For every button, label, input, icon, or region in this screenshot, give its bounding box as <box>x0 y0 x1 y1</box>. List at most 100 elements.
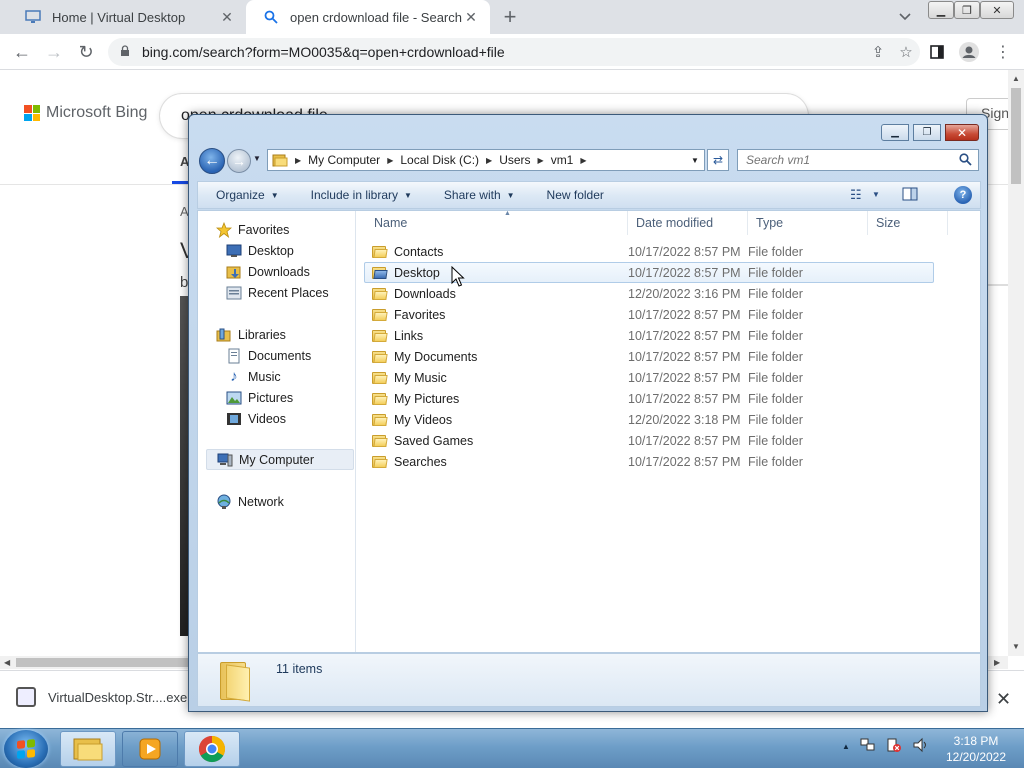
recent-pages-dropdown[interactable]: ▼ <box>253 154 265 166</box>
scroll-right-icon[interactable]: ▶ <box>994 658 1000 667</box>
table-row[interactable]: My Music 10/17/2022 8:57 PM File folder <box>364 367 934 388</box>
taskbar-media-player[interactable] <box>122 731 178 767</box>
folder-icon <box>268 153 292 167</box>
minimize-button[interactable]: ▁ <box>881 124 909 141</box>
breadcrumb-local-disk[interactable]: Local Disk (C:) <box>396 153 483 167</box>
column-header-size[interactable]: Size <box>868 211 948 235</box>
scroll-left-icon[interactable]: ◀ <box>4 658 10 667</box>
nav-downloads[interactable]: Downloads <box>226 261 310 282</box>
share-with-label: Share with <box>443 188 501 202</box>
file-type: File folder <box>748 307 803 322</box>
column-header-type[interactable]: Type <box>748 211 868 235</box>
close-window-button[interactable]: ✕ <box>980 1 1014 19</box>
breadcrumb-chevron-icon[interactable]: ▶ <box>384 156 396 165</box>
favorites-folder-icon <box>372 308 388 322</box>
share-with-button[interactable]: Share with ▼ <box>426 188 529 202</box>
include-in-library-button[interactable]: Include in library ▼ <box>293 188 426 202</box>
breadcrumb-vm1[interactable]: vm1 <box>547 153 578 167</box>
file-type: File folder <box>748 265 803 280</box>
side-panel-icon[interactable] <box>926 42 948 62</box>
tab-virtual-desktop[interactable]: Home | Virtual Desktop ✕ <box>8 0 246 34</box>
breadcrumb-chevron-icon[interactable]: ▶ <box>292 156 304 165</box>
nav-recent-places[interactable]: Recent Places <box>226 282 329 303</box>
chevron-down-icon[interactable] <box>894 7 916 27</box>
nav-network[interactable]: Network <box>216 491 284 512</box>
file-date: 12/20/2022 3:16 PM <box>628 286 741 301</box>
scroll-down-icon[interactable]: ▼ <box>1012 642 1020 651</box>
scrollbar-thumb[interactable] <box>1011 88 1021 184</box>
file-name: Desktop <box>394 265 440 280</box>
start-button[interactable] <box>4 730 48 768</box>
table-row[interactable]: Desktop 10/17/2022 8:57 PM File folder <box>364 262 934 283</box>
profile-icon[interactable] <box>958 42 980 62</box>
organize-button[interactable]: Organize ▼ <box>198 188 293 202</box>
table-row[interactable]: Downloads 12/20/2022 3:16 PM File folder <box>364 283 934 304</box>
table-row[interactable]: My Videos 12/20/2022 3:18 PM File folder <box>364 409 934 430</box>
table-row[interactable]: Saved Games 10/17/2022 8:57 PM File fold… <box>364 430 934 451</box>
volume-icon[interactable] <box>912 737 930 756</box>
star-icon[interactable]: ☆ <box>892 43 920 61</box>
address-dropdown-icon[interactable]: ▼ <box>686 150 704 170</box>
nav-music[interactable]: ♪ Music <box>226 366 280 387</box>
explorer-search-box[interactable] <box>737 149 979 171</box>
vertical-scrollbar[interactable]: ▲ ▼ <box>1008 70 1024 656</box>
taskbar-clock[interactable]: 3:18 PM 12/20/2022 <box>936 733 1016 765</box>
breadcrumb-chevron-icon[interactable]: ▶ <box>483 156 495 165</box>
nav-desktop[interactable]: Desktop <box>226 240 294 261</box>
new-folder-button[interactable]: New folder <box>529 188 618 202</box>
column-header-name[interactable]: Name ▲ <box>366 210 628 235</box>
address-bar[interactable]: bing.com/search?form=MO0035&q=open+crdow… <box>108 38 920 66</box>
maximize-button[interactable]: ❐ <box>913 124 941 141</box>
back-button[interactable]: ← <box>10 40 34 64</box>
column-header-date-modified[interactable]: Date modified <box>628 211 748 235</box>
menu-icon[interactable]: ⋮ <box>992 42 1014 62</box>
table-row[interactable]: My Documents 10/17/2022 8:57 PM File fol… <box>364 346 934 367</box>
nav-libraries[interactable]: Libraries <box>216 324 286 345</box>
scroll-up-icon[interactable]: ▲ <box>1012 74 1020 83</box>
show-hidden-icons-icon[interactable]: ▲ <box>842 742 850 751</box>
preview-pane-icon[interactable] <box>902 187 918 201</box>
breadcrumb-chevron-icon[interactable]: ▶ <box>535 156 547 165</box>
table-row[interactable]: Contacts 10/17/2022 8:57 PM File folder <box>364 241 934 262</box>
bing-logo[interactable]: Microsoft Bing <box>24 104 147 122</box>
close-button[interactable]: ✕ <box>945 124 979 141</box>
table-row[interactable]: Links 10/17/2022 8:57 PM File folder <box>364 325 934 346</box>
breadcrumb-chevron-icon[interactable]: ▶ <box>577 156 589 165</box>
back-button[interactable]: ← <box>199 148 225 174</box>
table-row[interactable]: Favorites 10/17/2022 8:57 PM File folder <box>364 304 934 325</box>
nav-videos[interactable]: Videos <box>226 408 286 429</box>
new-tab-button[interactable]: + <box>498 4 522 29</box>
help-icon[interactable]: ? <box>954 186 972 204</box>
restore-window-button[interactable]: ❐ <box>954 1 980 19</box>
table-row[interactable]: Searches 10/17/2022 8:57 PM File folder <box>364 451 934 472</box>
search-icon[interactable] <box>959 153 972 169</box>
network-tray-icon[interactable] <box>860 737 876 756</box>
close-icon[interactable]: ✕ <box>462 8 480 26</box>
taskbar-chrome[interactable] <box>184 731 240 767</box>
change-view-icon[interactable]: ☷ <box>850 187 862 203</box>
table-row[interactable]: My Pictures 10/17/2022 8:57 PM File fold… <box>364 388 934 409</box>
file-type: File folder <box>748 454 803 469</box>
breadcrumb-my-computer[interactable]: My Computer <box>304 153 384 167</box>
nav-pictures[interactable]: Pictures <box>226 387 293 408</box>
view-options-dropdown-icon[interactable]: ▼ <box>872 190 880 199</box>
tab-bing-search[interactable]: open crdownload file - Search ✕ <box>246 0 490 34</box>
reload-button[interactable]: ↻ <box>74 40 98 64</box>
close-icon[interactable]: ✕ <box>996 689 1011 710</box>
address-bar[interactable]: ▶ My Computer ▶ Local Disk (C:) ▶ Users … <box>267 149 705 171</box>
download-item[interactable]: VirtualDesktop.Str....exe <box>16 687 187 707</box>
taskbar-explorer[interactable] <box>60 731 116 767</box>
nav-documents[interactable]: Documents <box>226 345 311 366</box>
action-center-icon[interactable] <box>886 737 902 756</box>
close-icon[interactable]: ✕ <box>218 8 236 26</box>
minimize-window-button[interactable]: ▁ <box>928 1 954 19</box>
nav-my-computer[interactable]: My Computer <box>206 449 354 470</box>
forward-button[interactable]: → <box>42 40 66 64</box>
breadcrumb-users[interactable]: Users <box>495 153 534 167</box>
scrollbar-thumb[interactable] <box>16 658 192 667</box>
forward-button[interactable]: → <box>227 149 251 173</box>
nav-favorites[interactable]: Favorites <box>216 219 289 240</box>
explorer-search-input[interactable] <box>746 153 946 167</box>
share-icon[interactable]: ⇪ <box>864 43 892 61</box>
refresh-icon[interactable]: ⇄ <box>707 149 729 171</box>
